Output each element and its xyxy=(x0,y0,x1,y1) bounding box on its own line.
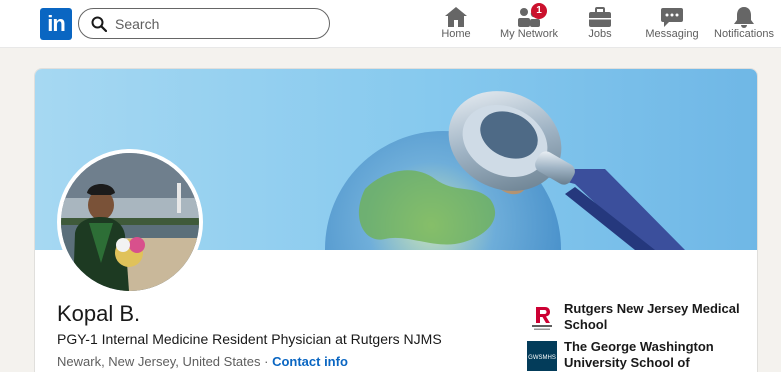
education-item-gwu[interactable]: GWSMHS The George Washington University … xyxy=(527,339,747,372)
search-input[interactable] xyxy=(115,13,315,35)
briefcase-icon xyxy=(589,7,611,27)
nav-label-my-network: My Network xyxy=(499,28,559,40)
nav-item-jobs[interactable]: Jobs xyxy=(582,4,618,44)
svg-text:GWSMHS: GWSMHS xyxy=(528,355,556,361)
profile-avatar[interactable] xyxy=(57,149,203,295)
profile-name: Kopal B. xyxy=(57,301,141,326)
nav-label-jobs: Jobs xyxy=(588,28,612,40)
notification-badge: 1 xyxy=(531,3,547,19)
separator-dot: · xyxy=(260,354,273,369)
profile-location-line: Newark, New Jersey, United States · Cont… xyxy=(57,354,348,369)
contact-info-link[interactable]: Contact info xyxy=(272,354,348,369)
gwsmhs-logo: GWSMHS xyxy=(527,341,557,371)
bell-icon xyxy=(734,7,754,28)
nav-item-notifications[interactable]: Notifications xyxy=(712,4,776,44)
nav-item-home[interactable]: Home xyxy=(436,4,476,44)
profile-headline: PGY-1 Internal Medicine Resident Physici… xyxy=(57,331,442,347)
nav-label-home: Home xyxy=(441,28,471,40)
linkedin-logo[interactable]: in xyxy=(40,8,72,40)
education-name-rutgers: Rutgers New Jersey Medical School xyxy=(564,301,740,332)
nav-item-messaging[interactable]: Messaging xyxy=(644,4,700,44)
rutgers-logo xyxy=(527,303,557,333)
search-icon xyxy=(91,16,107,32)
education-name-gwu: The George Washington University School … xyxy=(564,339,714,372)
profile-location: Newark, New Jersey, United States xyxy=(57,354,261,369)
messaging-icon xyxy=(661,8,683,27)
top-navigation-bar: in Home 1 My Network Jobs xyxy=(0,0,781,48)
avatar-photo xyxy=(61,153,199,291)
nav-label-messaging: Messaging xyxy=(645,28,699,40)
education-item-rutgers[interactable]: Rutgers New Jersey Medical School xyxy=(527,301,747,335)
nav-item-my-network[interactable]: 1 My Network xyxy=(494,3,564,44)
profile-card: Kopal B. PGY-1 Internal Medicine Residen… xyxy=(34,68,758,372)
nav-label-notifications: Notifications xyxy=(714,28,774,40)
home-icon xyxy=(445,7,467,27)
search-box[interactable] xyxy=(78,8,330,39)
